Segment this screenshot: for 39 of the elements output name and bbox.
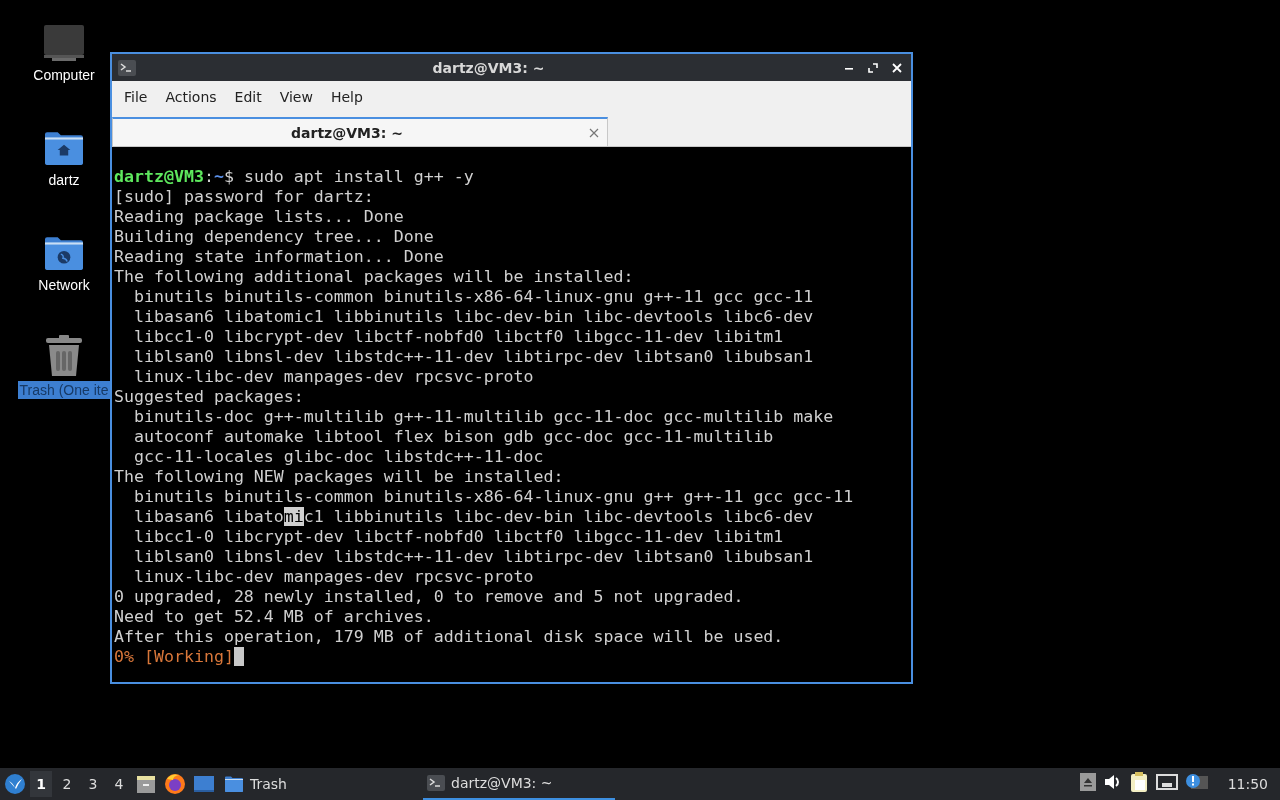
workspace-button[interactable]: 3 xyxy=(82,771,104,797)
clock: 11:50 xyxy=(1227,776,1268,792)
workspace-button[interactable]: 1 xyxy=(30,771,52,797)
clipboard-icon[interactable] xyxy=(1129,772,1148,792)
notification-icon[interactable] xyxy=(1185,773,1208,791)
trash-icon xyxy=(44,335,84,377)
taskbar-task[interactable]: dartz@VM3: ~ xyxy=(423,768,615,800)
globe-folder-icon xyxy=(43,234,85,272)
terminal-window: dartz@VM3: ~ File Actions Edit View Help dartz@VM3: ~ dartz@VM3:~$ sudo apt install g++ -y [sudo] password for dartz: Reading package lists... Done Building dependency tree... Done Reading state information... Done The following additional packages will be installed: binutils binutils-common binutils-x86-64-linux-gnu g++-11 gcc gcc-11 libasan6 libatomic1 libbinutils libc-dev-bin libc-devtools libc6-dev libcc1-0 libcrypt-dev libctf-nobfd0 libctf0 libgcc-11-dev libitm1 liblsan0 libnsl-dev libstdc++-11-dev libtirpc-dev libtsan0 libubsan1 linux-libc-dev manpages-dev rpcsvc-proto Suggested packages: binutils-doc g++-multilib g++-11-multilib gcc-11-doc gcc-multilib make autoconf automake libtool flex bison gdb gcc-doc gcc-11-multilib gcc-11-locales glibc-doc libstdc++-11-doc The following NEW packages will be installed: binutils binutils-common binutils-x86-64-linux-gnu g++ g++-11 gcc gcc-11 libasan6 libatomic1 libbinutils libc-dev-bin libc-devtools libc6-dev libcc1-0 libcrypt-dev libctf-nobfd0 libctf0 libgcc-11-dev libitm1 liblsan0 libnsl-dev libstdc++-11-dev libtirpc-dev libtsan0 libubsan1 linux-libc-dev manpages-dev rpcsvc-proto 0 upgraded, 28 newly installed, 0 to remove and 5 not upgraded. Need to get 52.4 MB of archives. After this operation, 179 MB of additional disk space will be used. 0% [Working] xyxy=(110,52,913,684)
terminal-tab[interactable]: dartz@VM3: ~ xyxy=(112,117,608,146)
firefox-icon[interactable] xyxy=(164,773,186,795)
menu-item[interactable]: File xyxy=(116,85,156,109)
window-title: dartz@VM3: ~ xyxy=(431,59,546,76)
maximize-icon xyxy=(868,62,878,73)
terminal-icon xyxy=(118,59,136,76)
desktop-icon-label[interactable]: Network xyxy=(36,276,92,294)
workspace-button[interactable]: 4 xyxy=(108,771,130,797)
menu-item[interactable]: Actions xyxy=(157,85,225,109)
eject-icon[interactable] xyxy=(1079,773,1096,791)
workspace-button[interactable]: 2 xyxy=(56,771,78,797)
desktop-icon-label[interactable]: Computer xyxy=(31,66,97,84)
show-desktop-icon[interactable] xyxy=(194,775,214,793)
ethernet-icon[interactable] xyxy=(1155,774,1178,790)
close-icon xyxy=(892,62,902,73)
terminal-icon xyxy=(427,775,445,791)
maximize-button[interactable] xyxy=(865,62,881,73)
menu-item[interactable]: Help xyxy=(322,85,371,109)
folder-icon xyxy=(224,775,244,793)
file-cabinet-icon[interactable] xyxy=(136,774,156,794)
home-folder-icon xyxy=(43,129,85,167)
taskbar-task[interactable]: Trash xyxy=(220,768,291,800)
monitor-icon xyxy=(43,24,85,62)
close-button[interactable] xyxy=(889,62,905,73)
desktop-icon-label[interactable]: dartz xyxy=(46,171,82,189)
menu-item[interactable]: View xyxy=(271,85,321,109)
menu-item[interactable]: Edit xyxy=(226,85,270,109)
volume-icon[interactable] xyxy=(1103,774,1122,790)
start-menu-icon[interactable] xyxy=(4,773,26,795)
tab-label: dartz@VM3: ~ xyxy=(290,124,404,141)
